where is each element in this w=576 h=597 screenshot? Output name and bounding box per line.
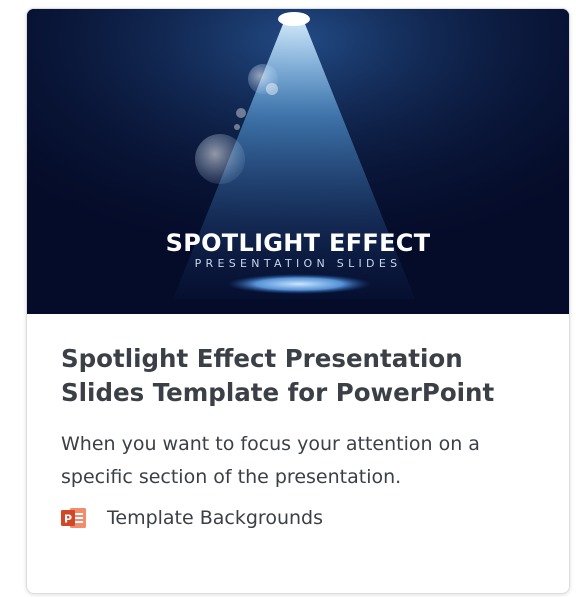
card-body: Spotlight Effect Presentation Slides Tem… (27, 314, 569, 530)
template-category[interactable]: P Template Backgrounds (61, 506, 535, 530)
thumbnail-title: SPOTLIGHT EFFECT (165, 229, 431, 257)
spotlight-pool (227, 274, 371, 294)
spotlight-lamp (278, 12, 310, 26)
template-card[interactable]: SPOTLIGHT EFFECT PRESENTATION SLIDES Spo… (26, 8, 570, 594)
template-description: When you want to focus your attention on… (61, 433, 480, 488)
template-thumbnail[interactable]: SPOTLIGHT EFFECT PRESENTATION SLIDES (27, 9, 569, 314)
powerpoint-icon: P (61, 508, 86, 528)
category-label[interactable]: Template Backgrounds (107, 507, 323, 529)
thumbnail-subtitle: PRESENTATION SLIDES (194, 257, 402, 270)
template-title[interactable]: Spotlight Effect Presentation Slides Tem… (61, 342, 535, 410)
svg-text:P: P (64, 513, 72, 526)
